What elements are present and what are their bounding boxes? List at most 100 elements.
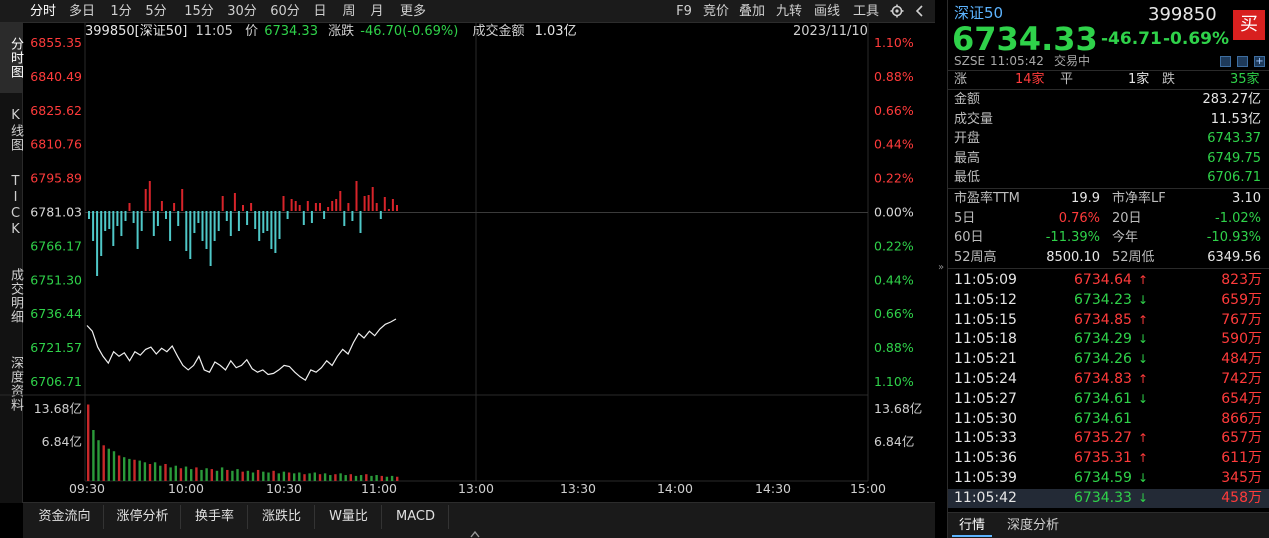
price-axis-tick: 6781.03 — [30, 205, 82, 220]
strength-bar — [347, 203, 350, 211]
tab-macd[interactable]: MACD — [383, 505, 449, 529]
tick-row[interactable]: 11:05:24 6734.83 ↑ 742万 — [948, 370, 1269, 389]
f9-button[interactable]: F9 — [674, 2, 694, 21]
tick-volume: 767万 — [1221, 311, 1262, 328]
strength-bar — [310, 211, 313, 223]
volume-bar — [365, 474, 368, 481]
tick-row[interactable]: 11:05:21 6734.26 ↓ 484万 — [948, 350, 1269, 369]
tab-fund-flow[interactable]: 资金流向 — [26, 505, 104, 529]
stat-value: 6743.37 — [1207, 131, 1261, 147]
arrow-up-icon: ↑ — [1138, 451, 1149, 466]
volume-bar — [329, 475, 332, 481]
strength-bar — [201, 211, 204, 241]
volume-bar — [262, 471, 265, 481]
tick-row[interactable]: 11:05:09 6734.64 ↑ 823万 — [948, 271, 1269, 290]
tick-row[interactable]: 11:05:42 6734.33 ↓ 458万 — [948, 488, 1269, 508]
tick-time: 11:05:21 — [954, 351, 1017, 368]
stat-label: 金额 — [954, 92, 981, 107]
volume-bar — [107, 448, 110, 481]
tab-15min[interactable]: 15分 — [181, 2, 217, 21]
tab-limit-up-analysis[interactable]: 涨停分析 — [105, 505, 181, 529]
volume-bar — [164, 464, 167, 481]
strength-bar — [156, 211, 159, 226]
tab-intraday[interactable]: 分时 — [25, 2, 61, 21]
auction-button[interactable]: 竞价 — [701, 2, 731, 21]
tick-price: 6734.64 — [1074, 272, 1132, 288]
tab-30min[interactable]: 30分 — [224, 2, 260, 21]
pct-axis-tick: 1.10% — [874, 374, 914, 389]
tick-row[interactable]: 11:05:15 6734.85 ↑ 767万 — [948, 311, 1269, 330]
strength-bar — [258, 211, 261, 241]
volume-bar — [133, 459, 136, 481]
intraday-chart[interactable]: 6855.35 1.10% 6840.49 0.88% 6825.62 0.66% 6810… — [0, 23, 935, 503]
tick-time: 11:05:36 — [954, 450, 1017, 467]
strength-bar — [173, 203, 176, 211]
strength-bar — [185, 211, 188, 251]
chevron-up-icon[interactable] — [470, 527, 486, 538]
strength-bar — [383, 197, 386, 211]
tab-depth-analysis[interactable]: 深度分析 — [1000, 515, 1066, 537]
pct-axis-tick: 0.66% — [874, 306, 914, 321]
nine-turn-button[interactable]: 九转 — [774, 2, 804, 21]
tab-5min[interactable]: 5分 — [141, 2, 171, 21]
tick-row[interactable]: 11:05:27 6734.61 ↓ 654万 — [948, 390, 1269, 409]
price-axis-tick: 6766.17 — [30, 238, 82, 253]
tab-60min[interactable]: 60分 — [267, 2, 303, 21]
volume-bar — [123, 457, 126, 481]
volume-bar — [231, 470, 234, 481]
strength-bar — [262, 211, 265, 233]
tick-volume: 611万 — [1221, 450, 1262, 467]
volume-bar — [303, 474, 306, 481]
tab-quote[interactable]: 行情 — [952, 515, 992, 537]
tick-row[interactable]: 11:05:39 6734.59 ↓ 345万 — [948, 469, 1269, 488]
tab-advance-decline[interactable]: 涨跌比 — [249, 505, 315, 529]
tab-turnover[interactable]: 换手率 — [182, 505, 248, 529]
price-axis-tick: 6751.30 — [30, 272, 82, 287]
arrow-up-icon: ↑ — [1138, 372, 1149, 386]
grid-label-2: 市净率LF — [1112, 191, 1166, 206]
stat-label: 成交量 — [954, 111, 994, 127]
tab-w-volume-ratio[interactable]: W量比 — [316, 505, 382, 529]
tab-week[interactable]: 周 — [339, 2, 359, 21]
tick-price: 6734.61 — [1074, 410, 1132, 427]
volume-bar — [143, 462, 147, 481]
draw-line-button[interactable]: 画线 — [812, 2, 842, 21]
grid-value-2: -10.93% — [1206, 230, 1261, 246]
volume-bar — [184, 466, 188, 481]
tab-more[interactable]: 更多 — [395, 2, 431, 21]
buy-button[interactable]: 买 — [1233, 10, 1265, 40]
volume-axis-tick: 13.68亿 — [34, 401, 82, 416]
volume-bar — [153, 462, 157, 481]
tick-row[interactable]: 11:05:33 6735.27 ↑ 657万 — [948, 429, 1269, 448]
tools-button[interactable]: 工具 — [851, 2, 881, 21]
tick-row[interactable]: 11:05:12 6734.23 ↓ 659万 — [948, 291, 1269, 310]
volume-bar — [148, 464, 152, 481]
strength-bar — [242, 205, 244, 211]
strength-bar — [225, 211, 228, 221]
strength-bar — [237, 211, 240, 231]
tick-time: 11:05:39 — [954, 470, 1017, 486]
strength-bar — [88, 211, 90, 219]
tick-row[interactable]: 11:05:30 6734.61 866万 — [948, 410, 1269, 429]
chart-icon[interactable] — [1237, 56, 1248, 67]
arrow-down-icon: ↓ — [1138, 471, 1149, 485]
strength-bar — [371, 187, 374, 211]
tick-row[interactable]: 11:05:36 6735.31 ↑ 611万 — [948, 449, 1269, 468]
tab-multiday[interactable]: 多日 — [64, 2, 100, 21]
overlay-button[interactable]: 叠加 — [737, 2, 767, 21]
edit-icon[interactable] — [1220, 56, 1231, 67]
plus-icon[interactable]: + — [1254, 56, 1265, 67]
tick-row[interactable]: 11:05:18 6734.29 ↓ 590万 — [948, 330, 1269, 349]
tab-month[interactable]: 月 — [367, 2, 387, 21]
strength-bar — [323, 211, 326, 219]
tab-1min[interactable]: 1分 — [106, 2, 136, 21]
volume-bar — [293, 473, 296, 481]
gear-icon[interactable] — [887, 2, 907, 21]
pct-axis-tick: 1.10% — [874, 35, 914, 50]
tab-day[interactable]: 日 — [310, 2, 330, 21]
chevron-right-icon[interactable]: » — [936, 262, 946, 276]
strength-bar — [278, 211, 281, 239]
strength-bar — [343, 211, 346, 226]
chevron-left-icon[interactable] — [912, 2, 928, 21]
strength-bar — [387, 209, 390, 211]
